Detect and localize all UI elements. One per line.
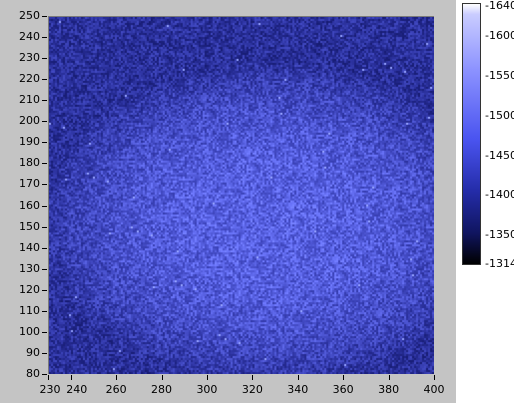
y-tick-mark bbox=[42, 331, 47, 333]
color-ramp-label: -1550 bbox=[485, 68, 514, 82]
x-tick-mark bbox=[388, 375, 390, 380]
y-tick-label: 100 bbox=[19, 324, 40, 338]
y-tick-label: 80 bbox=[26, 367, 40, 380]
y-tick-mark bbox=[42, 289, 47, 291]
y-tick-mark bbox=[42, 121, 47, 123]
x-tick-label: 260 bbox=[105, 383, 127, 396]
color-ramp-label: -1600 bbox=[485, 28, 514, 42]
x-tick-mark bbox=[343, 375, 345, 380]
y-tick-mark bbox=[42, 205, 47, 207]
intensity-image bbox=[49, 17, 434, 374]
y-tick-label: 150 bbox=[19, 219, 40, 233]
y-tick-label: 120 bbox=[19, 282, 40, 296]
x-tick-mark bbox=[161, 375, 163, 380]
color-ramp-label: -1450 bbox=[485, 148, 514, 162]
x-tick-label: 280 bbox=[151, 383, 173, 396]
x-tick-label: 380 bbox=[378, 383, 400, 396]
color-ramp-label: -1640 bbox=[485, 0, 514, 12]
y-tick-mark bbox=[42, 142, 47, 144]
y-tick-mark bbox=[42, 184, 47, 186]
color-ramp[interactable] bbox=[462, 3, 481, 265]
color-ramp-label: -1314 bbox=[485, 257, 514, 270]
color-ramp-label: -1400 bbox=[485, 188, 514, 202]
y-tick-mark bbox=[42, 226, 47, 228]
y-tick-mark bbox=[42, 16, 47, 17]
y-tick-mark bbox=[42, 268, 47, 270]
x-tick-mark bbox=[434, 375, 435, 380]
y-tick-mark bbox=[42, 374, 47, 375]
y-tick-mark bbox=[42, 100, 47, 102]
y-tick-mark bbox=[42, 37, 47, 39]
y-tick-mark bbox=[42, 247, 47, 249]
y-tick-mark bbox=[42, 352, 47, 354]
y-tick-label: 250 bbox=[19, 9, 40, 22]
x-tick-mark bbox=[116, 375, 118, 380]
y-tick-label: 240 bbox=[19, 30, 40, 44]
y-tick-label: 170 bbox=[19, 177, 40, 191]
x-tick-mark bbox=[252, 375, 254, 380]
y-tick-mark bbox=[42, 58, 47, 60]
y-tick-label: 230 bbox=[19, 51, 40, 65]
y-tick-mark bbox=[42, 310, 47, 312]
y-tick-label: 190 bbox=[19, 135, 40, 149]
y-tick-label: 90 bbox=[26, 345, 40, 359]
x-tick-label: 340 bbox=[287, 383, 309, 396]
x-tick-mark bbox=[48, 375, 49, 380]
y-tick-label: 160 bbox=[19, 198, 40, 212]
y-tick-label: 130 bbox=[19, 261, 40, 275]
y-tick-label: 110 bbox=[19, 303, 40, 317]
color-ramp-label: -1500 bbox=[485, 108, 514, 122]
x-tick-mark bbox=[206, 375, 208, 380]
y-tick-label: 180 bbox=[19, 156, 40, 170]
y-tick-mark bbox=[42, 79, 47, 81]
color-ramp-label: -1350 bbox=[485, 228, 514, 242]
intensity-graph: 250 240 230 220 210 200 190 180 170 160 150 140 130 1… bbox=[0, 0, 456, 403]
x-tick-label: 240 bbox=[66, 383, 88, 396]
x-tick-label: 360 bbox=[332, 383, 354, 396]
x-tick-mark bbox=[297, 375, 299, 380]
y-tick-mark bbox=[42, 163, 47, 165]
x-tick-label: 400 bbox=[423, 383, 445, 396]
y-tick-label: 140 bbox=[19, 240, 40, 254]
y-tick-label: 200 bbox=[19, 114, 40, 128]
y-tick-label: 220 bbox=[19, 72, 40, 86]
intensity-plot-area[interactable] bbox=[48, 16, 434, 374]
y-tick-label: 210 bbox=[19, 93, 40, 107]
x-tick-label: 300 bbox=[196, 383, 218, 396]
x-tick-mark bbox=[70, 375, 72, 380]
x-tick-label: 320 bbox=[241, 383, 263, 396]
